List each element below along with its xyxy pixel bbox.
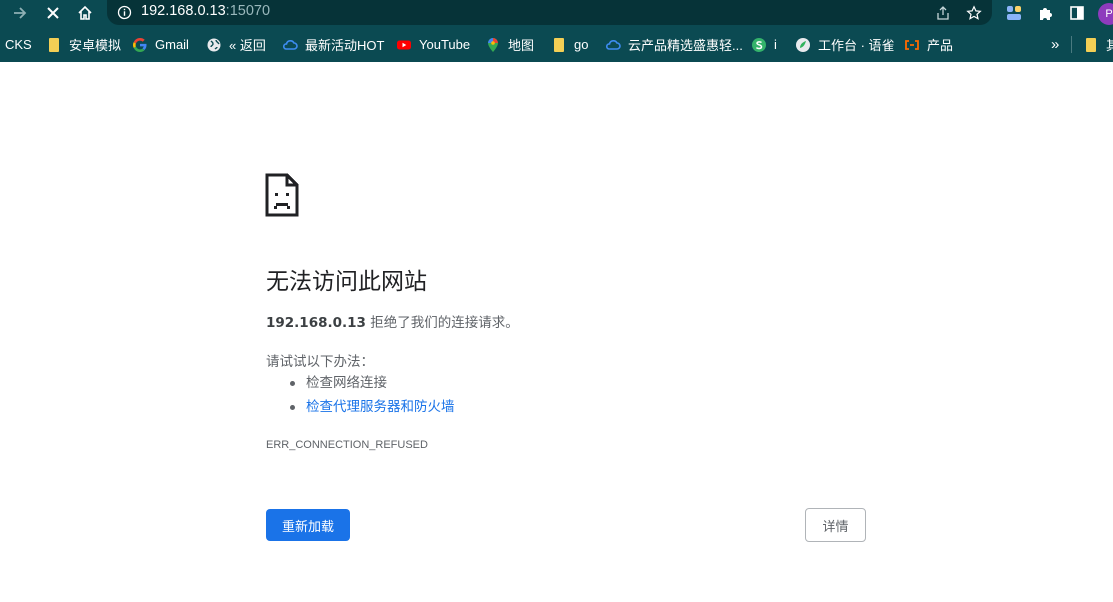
share-button[interactable] <box>932 2 954 24</box>
extension-button[interactable] <box>1003 2 1025 24</box>
overflow-chevron-icon: » <box>1051 36 1060 53</box>
folder-icon <box>46 37 62 53</box>
bookmark-item[interactable]: 最新活动HOT <box>282 27 384 62</box>
bookmark-label: Gmail <box>155 37 189 52</box>
arrow-right-icon <box>14 6 27 19</box>
maps-pin-icon <box>485 37 501 53</box>
error-host: 192.168.0.13 <box>266 315 366 331</box>
details-button[interactable]: 详情 <box>805 508 866 542</box>
bookmark-label: 工作台 · 语雀 <box>818 38 895 53</box>
bookmark-star-button[interactable] <box>963 2 985 24</box>
cloud-icon <box>605 37 621 53</box>
address-bar[interactable]: 192.168.0.13:15070 <box>107 0 992 25</box>
info-icon[interactable] <box>117 5 132 20</box>
bookmark-folder[interactable]: 安卓模拟 <box>46 27 121 62</box>
globe-icon <box>206 37 222 53</box>
reload-button[interactable]: 重新加载 <box>266 509 350 541</box>
bookmark-item[interactable]: YouTube <box>396 27 470 62</box>
cloud-icon <box>282 37 298 53</box>
bookmarks-divider <box>1071 36 1072 53</box>
bookmark-label: « 返回 <box>229 38 266 53</box>
bookmark-label: 云产品精选盛惠轻... <box>628 38 743 53</box>
side-panel-icon <box>1070 6 1084 20</box>
bookmark-item[interactable]: « 返回 <box>206 27 266 62</box>
error-code: ERR_CONNECTION_REFUSED <box>266 439 428 451</box>
bookmark-label: 安卓模拟 <box>69 38 122 53</box>
sad-document-icon <box>265 173 299 221</box>
url-host: 192.168.0.13 <box>141 3 226 19</box>
bookmarks-overflow-button[interactable]: » <box>1051 27 1059 62</box>
youtube-icon <box>396 37 412 53</box>
bookmark-label: go <box>574 37 589 52</box>
home-button[interactable] <box>71 0 99 25</box>
share-icon <box>937 6 949 20</box>
bookmark-label: 地图 <box>508 38 535 53</box>
yuque-icon <box>795 37 811 53</box>
error-message: 拒绝了我们的连接请求。 <box>365 315 519 331</box>
error-description: 192.168.0.13 拒绝了我们的连接请求。 <box>266 311 519 331</box>
bookmark-item[interactable]: 地图 <box>485 27 534 62</box>
bookmark-item[interactable]: 云产品精选盛惠轻... <box>605 27 743 62</box>
star-icon <box>966 5 982 20</box>
bookmark-folder[interactable]: go <box>551 27 588 62</box>
extensions-button[interactable] <box>1035 2 1057 24</box>
google-icon <box>132 37 148 53</box>
bracket-icon <box>904 37 920 53</box>
browser-toolbar: 192.168.0.13:15070 P <box>0 0 1113 27</box>
suggestions-list: 检查网络连接 检查代理服务器和防火墙 <box>266 372 455 420</box>
url-port: :15070 <box>225 3 271 19</box>
bookmark-item[interactable]: 工作台 · 语雀 <box>795 27 895 62</box>
folder-icon <box>1083 37 1099 53</box>
bookmark-label: 产品 <box>927 38 954 53</box>
bookmark-label: 其 <box>1106 38 1113 53</box>
suggestions-heading: 请试试以下办法： <box>266 354 374 370</box>
bookmark-label: 最新活动HOT <box>305 38 385 53</box>
suggestion-check-network: 检查网络连接 <box>266 372 455 396</box>
profile-avatar[interactable]: P <box>1098 3 1113 25</box>
suggestion-check-proxy-link[interactable]: 检查代理服务器和防火墙 <box>266 396 455 420</box>
s-badge-icon <box>751 37 767 53</box>
bookmark-item[interactable]: i <box>751 27 777 62</box>
bookmark-item[interactable]: CKS <box>5 27 32 62</box>
bookmark-folder[interactable]: 其 <box>1083 27 1113 62</box>
bookmark-item[interactable]: 产品 <box>904 27 953 62</box>
bookmark-label: i <box>774 37 777 52</box>
folder-icon <box>551 37 567 53</box>
forward-button[interactable] <box>6 0 34 25</box>
side-panel-button[interactable] <box>1066 2 1088 24</box>
close-icon <box>47 6 59 19</box>
bookmark-item[interactable]: Gmail <box>132 27 189 62</box>
bookmark-label: YouTube <box>419 37 471 52</box>
bookmark-label: CKS <box>5 37 32 52</box>
url-text[interactable]: 192.168.0.13:15070 <box>141 3 270 19</box>
puzzle-icon <box>1040 8 1052 20</box>
home-icon <box>78 5 92 20</box>
stop-loading-button[interactable] <box>39 0 67 25</box>
page-title: 无法访问此网站 <box>266 269 427 295</box>
bookmarks-bar: CKS 安卓模拟 Gmail « 返回 最新活动HOT YouTube 地图 g… <box>0 27 1113 62</box>
extension-people-icon <box>1007 6 1021 20</box>
